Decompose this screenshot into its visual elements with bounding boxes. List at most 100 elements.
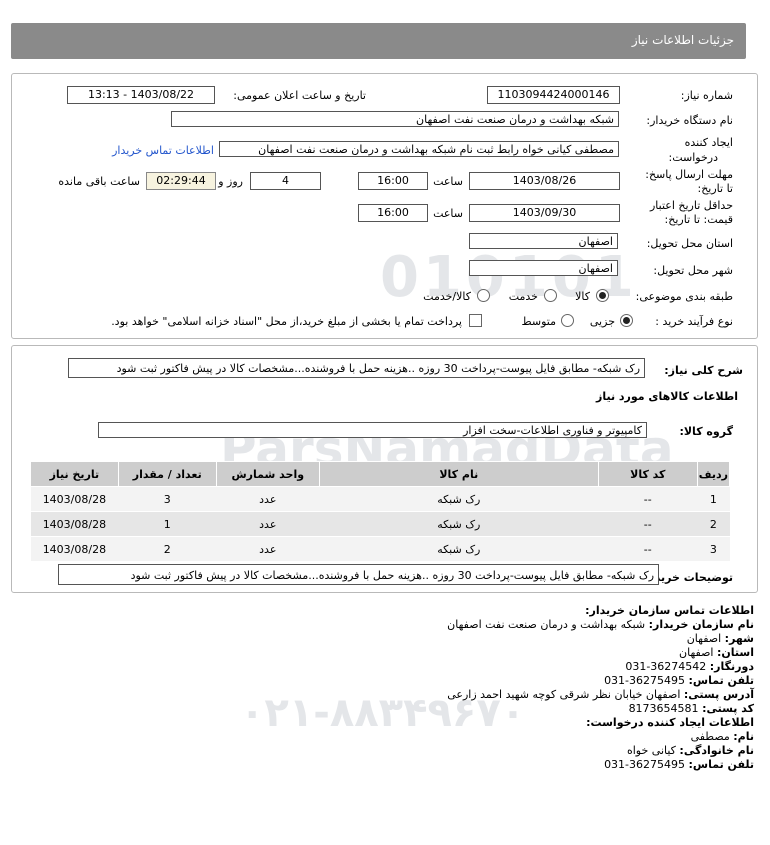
- table-row: 1 -- رک شبکه عدد 3 1403/08/28: [30, 486, 730, 512]
- buyer-org-label: نام دستگاه خریدار:: [646, 114, 733, 127]
- days-label: روز و: [218, 175, 243, 188]
- category-goods-radio[interactable]: [596, 289, 609, 302]
- validity-time-field: 16:00: [358, 204, 428, 222]
- cell-goods-name: رک شبکه: [319, 486, 599, 512]
- page-title: جزئيات اطلاعات نياز: [631, 33, 734, 47]
- creator-phone-line: تلفن تماس: 031-36275495: [604, 758, 754, 771]
- need-number-label: شماره نیاز:: [680, 89, 733, 102]
- contact-fax-label: دورنگار:: [709, 660, 754, 673]
- contact-address-label: آدرس پستی:: [683, 688, 754, 701]
- goods-group-label: گروه کالا:: [679, 425, 733, 438]
- category-goods-service-radio[interactable]: [477, 289, 490, 302]
- contact-org: شبکه بهداشت و درمان صنعت نفت اصفهان: [447, 618, 646, 631]
- buyer-notes-field: رک شبکه- مطابق فایل پیوست-پرداخت 30 روزه…: [58, 564, 659, 585]
- province-label: استان محل تحویل:: [646, 237, 733, 250]
- cell-goods-code: --: [598, 486, 698, 512]
- reply-deadline-label-2: تا تاریخ:: [697, 182, 733, 195]
- contact-phone-label: تلفن تماس:: [688, 674, 754, 687]
- remaining-label: ساعت باقی مانده: [58, 175, 140, 188]
- contact-fax: 031-36274542: [625, 660, 707, 673]
- creator-field: مصطفی کیانی خواه رابط ثبت نام شبکه بهداش…: [219, 141, 619, 157]
- creator-phone: 031-36275495: [604, 758, 686, 771]
- reply-deadline-label-1: مهلت ارسال پاسخ:: [645, 168, 733, 181]
- announce-field: 1403/08/22 - 13:13: [67, 86, 215, 104]
- cell-unit: عدد: [216, 536, 320, 562]
- goods-table-header: ردیف کد کالا نام کالا واحد شمارش تعداد /…: [30, 461, 731, 487]
- creator-first-name-line: نام: مصطفی: [691, 730, 754, 743]
- announce-label: تاریخ و ساعت اعلان عمومی:: [233, 89, 366, 102]
- creator-last-name-line: نام خانوادگی: کیانی خواه: [627, 744, 754, 757]
- contact-address-line: آدرس پستی: اصفهان خیابان نظر شرقی کوچه ش…: [447, 688, 754, 701]
- creator-first-name: مصطفی: [690, 730, 730, 743]
- contact-fax-line: دورنگار: 031-36274542: [625, 660, 754, 673]
- creator-label-2: درخواست:: [668, 151, 718, 164]
- reply-date-field: 1403/08/26: [469, 172, 620, 190]
- cell-goods-name: رک شبکه: [319, 536, 599, 562]
- days-field: 4: [250, 172, 321, 190]
- header-goods-name: نام کالا: [318, 461, 599, 487]
- contact-info-link[interactable]: اطلاعات تماس خریدار: [112, 144, 214, 157]
- goods-info-title: اطلاعات کالاهای مورد نیاز: [596, 390, 738, 403]
- cell-quantity: 3: [118, 486, 217, 512]
- cell-row-number: 3: [697, 536, 730, 562]
- cell-goods-code: --: [598, 536, 698, 562]
- contact-province: اصفهان: [679, 646, 714, 659]
- header-need-date: تاریخ نیاز: [30, 461, 119, 487]
- process-medium-radio[interactable]: [561, 314, 574, 327]
- contact-postal: 8173654581: [628, 702, 699, 715]
- validity-label-2: قیمت: تا تاریخ:: [664, 213, 733, 226]
- cell-unit: عدد: [216, 486, 320, 512]
- cell-unit: عدد: [216, 511, 320, 537]
- contact-province-line: استان: اصفهان: [679, 646, 754, 659]
- category-goods-label: کالا: [575, 290, 590, 303]
- cell-quantity: 2: [118, 536, 217, 562]
- category-goods-service-label: کالا/خدمت: [423, 290, 471, 303]
- category-service-label: خدمت: [508, 290, 538, 303]
- remaining-time-display: 02:29:44: [146, 172, 216, 190]
- process-minor-radio[interactable]: [620, 314, 633, 327]
- creator-last-name: کیانی خواه: [626, 744, 676, 757]
- contact-postal-line: کد پستی: 8173654581: [629, 702, 754, 715]
- summary-label: شرح کلی نیاز:: [664, 364, 743, 377]
- process-minor-label: جزیی: [589, 315, 615, 328]
- cell-need-date: 1403/08/28: [30, 511, 119, 537]
- contact-city-label: شهر:: [724, 632, 754, 645]
- contact-phone-line: تلفن تماس: 031-36275495: [604, 674, 754, 687]
- header-unit: واحد شمارش: [215, 461, 320, 487]
- cell-need-date: 1403/08/28: [30, 536, 119, 562]
- cell-quantity: 1: [118, 511, 217, 537]
- creator-label-1: ایجاد کننده: [684, 136, 733, 149]
- reply-time-field: 16:00: [358, 172, 428, 190]
- table-row: 2 -- رک شبکه عدد 1 1403/08/28: [30, 511, 730, 537]
- creator-info-title: اطلاعات ایجاد کننده درخواست:: [586, 716, 754, 729]
- process-medium-label: متوسط: [521, 315, 556, 328]
- goods-group-field: کامپیوتر و فناوری اطلاعات-سخت افزار: [98, 422, 647, 438]
- reply-time-label: ساعت: [433, 175, 463, 188]
- category-service-radio[interactable]: [544, 289, 557, 302]
- validity-date-field: 1403/09/30: [469, 204, 620, 222]
- contact-address: اصفهان خیابان نظر شرقی کوچه شهید احمد زا…: [447, 688, 681, 701]
- table-row: 3 -- رک شبکه عدد 2 1403/08/28: [30, 536, 730, 562]
- process-label: نوع فرآیند خرید :: [655, 315, 733, 328]
- city-field: اصفهان: [469, 260, 618, 276]
- contact-org-line: نام سازمان خریدار: شبکه بهداشت و درمان ص…: [447, 618, 754, 631]
- contact-org-label: نام سازمان خریدار:: [648, 618, 754, 631]
- header-quantity: تعداد / مقدار: [117, 461, 217, 487]
- province-field: اصفهان: [469, 233, 618, 249]
- page-header: جزئيات اطلاعات نياز: [11, 23, 746, 59]
- treasury-payment-checkbox[interactable]: [469, 314, 482, 327]
- cell-need-date: 1403/08/28: [30, 486, 119, 512]
- validity-label-1: حداقل تاریخ اعتبار: [649, 199, 733, 212]
- buyer-org-field: شبکه بهداشت و درمان صنعت نفت اصفهان: [171, 111, 619, 127]
- contact-title: اطلاعات تماس سازمان خریدار:: [585, 604, 754, 617]
- contact-city: اصفهان: [686, 632, 722, 645]
- goods-table: ردیف کد کالا نام کالا واحد شمارش تعداد /…: [30, 461, 731, 562]
- need-number-field: 1103094424000146: [487, 86, 620, 104]
- cell-goods-code: --: [598, 511, 698, 537]
- contact-postal-label: کد پستی:: [702, 702, 754, 715]
- header-row-number: ردیف: [696, 461, 731, 487]
- cell-goods-name: رک شبکه: [319, 511, 599, 537]
- category-label: طبقه بندی موضوعی:: [635, 290, 733, 303]
- cell-row-number: 1: [697, 486, 730, 512]
- cell-row-number: 2: [697, 511, 730, 537]
